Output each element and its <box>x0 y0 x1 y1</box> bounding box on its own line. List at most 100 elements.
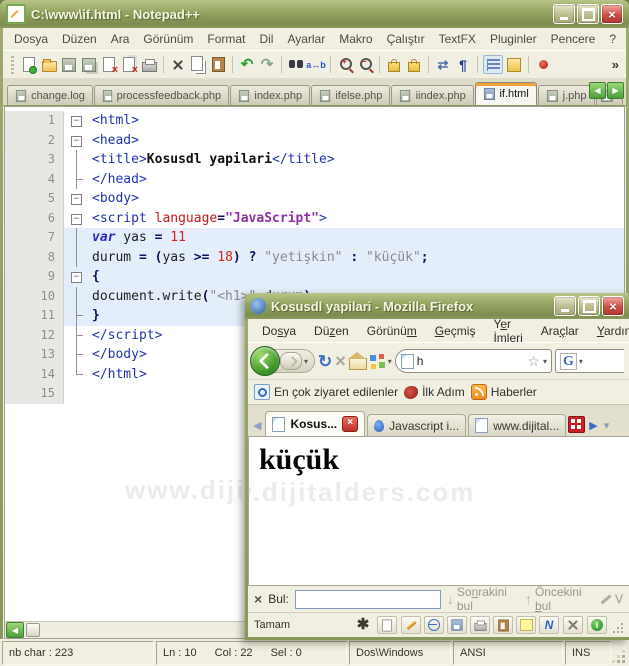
reload-icon[interactable]: ↻ <box>318 353 332 370</box>
menu-item-makro[interactable]: Makro <box>332 30 379 48</box>
location-bar[interactable]: h ☆ ▾ <box>394 349 552 373</box>
fold-marker-icon[interactable] <box>64 325 90 346</box>
fold-marker-icon[interactable] <box>64 209 90 229</box>
menu-item-ara[interactable]: Ara <box>104 30 137 48</box>
urlbar-dropdown-icon[interactable]: ▾ <box>543 357 547 366</box>
menu-item-al-t-r[interactable]: Çalıştır <box>380 30 432 48</box>
menu-item-ayarlar[interactable]: Ayarlar <box>280 30 332 48</box>
menu-item-d-zen[interactable]: Düzen <box>306 322 357 340</box>
zoom-in-icon[interactable]: + <box>336 56 354 73</box>
search-engine-dropdown-icon[interactable]: ▾ <box>579 357 583 366</box>
extensions-grid-icon[interactable] <box>369 353 385 369</box>
fold-marker-icon[interactable] <box>64 345 90 365</box>
print-icon[interactable] <box>140 56 158 73</box>
tabs-scroll-left-icon[interactable]: ◀ <box>251 419 263 436</box>
menu-item-dosya[interactable]: Dosya <box>7 30 55 48</box>
menu-item-dil[interactable]: Dil <box>252 30 280 48</box>
fold-marker-icon[interactable] <box>64 131 90 151</box>
spider-icon[interactable]: ✱ <box>353 616 373 634</box>
menu-item-pencere[interactable]: Pencere <box>544 30 603 48</box>
fold-marker-icon[interactable] <box>64 247 90 268</box>
redo-icon[interactable]: ↷ <box>258 56 276 73</box>
menu-item-d-zen[interactable]: Düzen <box>55 30 104 48</box>
save-page-icon[interactable] <box>447 616 467 634</box>
findbar-close-icon[interactable]: × <box>254 591 262 607</box>
fold-marker-icon[interactable] <box>64 364 90 385</box>
firefox-minimize-button[interactable] <box>554 296 576 316</box>
menu-item-ara-lar[interactable]: Araçlar <box>533 322 587 340</box>
cut-icon[interactable] <box>169 56 187 73</box>
edit-icon[interactable] <box>401 616 421 634</box>
menu-item-dosya[interactable]: Dosya <box>254 322 304 340</box>
menu-item-yard-m[interactable]: Yardım <box>589 322 629 340</box>
firefox-maximize-button[interactable] <box>578 296 600 316</box>
find-prev-button[interactable]: ↑ Öncekini bul <box>525 586 594 612</box>
fold-marker-icon[interactable] <box>64 111 90 131</box>
save-all-icon[interactable] <box>80 56 98 73</box>
toolbar-overflow-chevron[interactable]: » <box>607 57 624 72</box>
forward-icon[interactable] <box>280 352 302 370</box>
tabs-dropdown-icon[interactable]: ▾ <box>602 419 612 436</box>
tools-icon[interactable] <box>563 616 583 634</box>
replace-icon[interactable]: a↔b <box>306 56 326 73</box>
doc-switcher-icon[interactable] <box>505 56 523 73</box>
tab-scroll-left-icon[interactable]: ◀ <box>589 82 606 99</box>
save-icon[interactable] <box>60 56 78 73</box>
scrollbar-thumb[interactable] <box>26 623 40 637</box>
stop-icon[interactable]: × <box>335 352 346 370</box>
menu-item-pluginler[interactable]: Pluginler <box>483 30 544 48</box>
sync-v-icon[interactable] <box>385 56 403 73</box>
copy-icon[interactable] <box>189 56 207 73</box>
word-wrap-icon[interactable]: ⇄ <box>434 56 452 73</box>
find-input[interactable] <box>294 589 441 609</box>
document-tab-j-php[interactable]: j.php <box>537 85 595 105</box>
info-icon[interactable]: i <box>587 616 607 634</box>
print-page-icon[interactable] <box>470 616 490 634</box>
tab-close-icon[interactable]: × <box>342 416 359 432</box>
firefox-close-button[interactable]: × <box>602 296 624 316</box>
fold-marker-icon[interactable] <box>64 267 90 287</box>
menu-item-g-r-n-m[interactable]: Görünüm <box>136 30 200 48</box>
fold-marker-icon[interactable] <box>64 286 90 307</box>
find-next-button[interactable]: ↓ Sonrakini bul <box>447 586 519 612</box>
validator-icon[interactable]: N <box>539 616 559 634</box>
tabs-scroll-right-icon[interactable]: ▶ <box>587 419 599 436</box>
document-tab-index-php[interactable]: index.php <box>230 85 311 105</box>
resize-grip[interactable] <box>613 641 627 665</box>
maximize-button[interactable] <box>577 4 599 24</box>
fold-marker-icon[interactable] <box>64 228 90 248</box>
url-text[interactable]: h <box>417 354 525 368</box>
minimize-button[interactable] <box>553 4 575 24</box>
firefox-titlebar[interactable]: Kosusdl yapilari - Mozilla Firefox × <box>245 293 629 319</box>
close-button[interactable]: × <box>601 4 623 24</box>
fold-marker-icon[interactable] <box>64 306 90 326</box>
document-tab-change-log[interactable]: change.log <box>7 85 93 105</box>
bookmark-en-ok-ziyaret-edilenler[interactable]: En çok ziyaret edilenler <box>254 384 398 400</box>
close-icon[interactable] <box>100 56 118 76</box>
note-icon[interactable] <box>516 616 536 634</box>
fold-marker-icon[interactable] <box>64 189 90 209</box>
history-dropdown-icon[interactable]: ▾ <box>304 357 308 366</box>
blank-page-icon[interactable] <box>377 616 397 634</box>
show-symbols-icon[interactable]: ¶ <box>454 56 472 73</box>
indent-guides-icon[interactable] <box>483 55 503 74</box>
close-all-icon[interactable] <box>120 56 138 76</box>
menu-item-format[interactable]: Format <box>200 30 252 48</box>
document-tab-if-html[interactable]: if.html <box>474 82 537 105</box>
home-icon[interactable] <box>347 351 367 370</box>
toolbar-grip[interactable] <box>11 55 14 74</box>
search-bar[interactable]: G ▾ <box>555 349 624 373</box>
document-close-icon[interactable]: × <box>623 32 629 46</box>
bookmark-i-lk-ad-m[interactable]: İlk Adım <box>404 385 465 399</box>
notepadpp-titlebar[interactable]: C:\www\if.html - Notepad++ × <box>0 0 629 28</box>
menu-item-g-r-n-m[interactable]: Görünüm <box>359 322 425 340</box>
new-file-icon[interactable] <box>20 56 38 74</box>
tab-scroll-right-icon[interactable]: ▶ <box>607 82 624 99</box>
browser-tab-javascript-i[interactable]: Javascript i... <box>367 414 467 436</box>
sync-h-icon[interactable] <box>405 56 423 73</box>
clipboard-icon[interactable] <box>493 616 513 634</box>
grid-dropdown-icon[interactable]: ▾ <box>388 357 392 366</box>
document-tab-iindex-php[interactable]: iindex.php <box>391 85 474 105</box>
menu-item-ge-mi[interactable]: Geçmiş <box>427 322 484 340</box>
menu-item-item[interactable]: ? <box>602 30 623 48</box>
